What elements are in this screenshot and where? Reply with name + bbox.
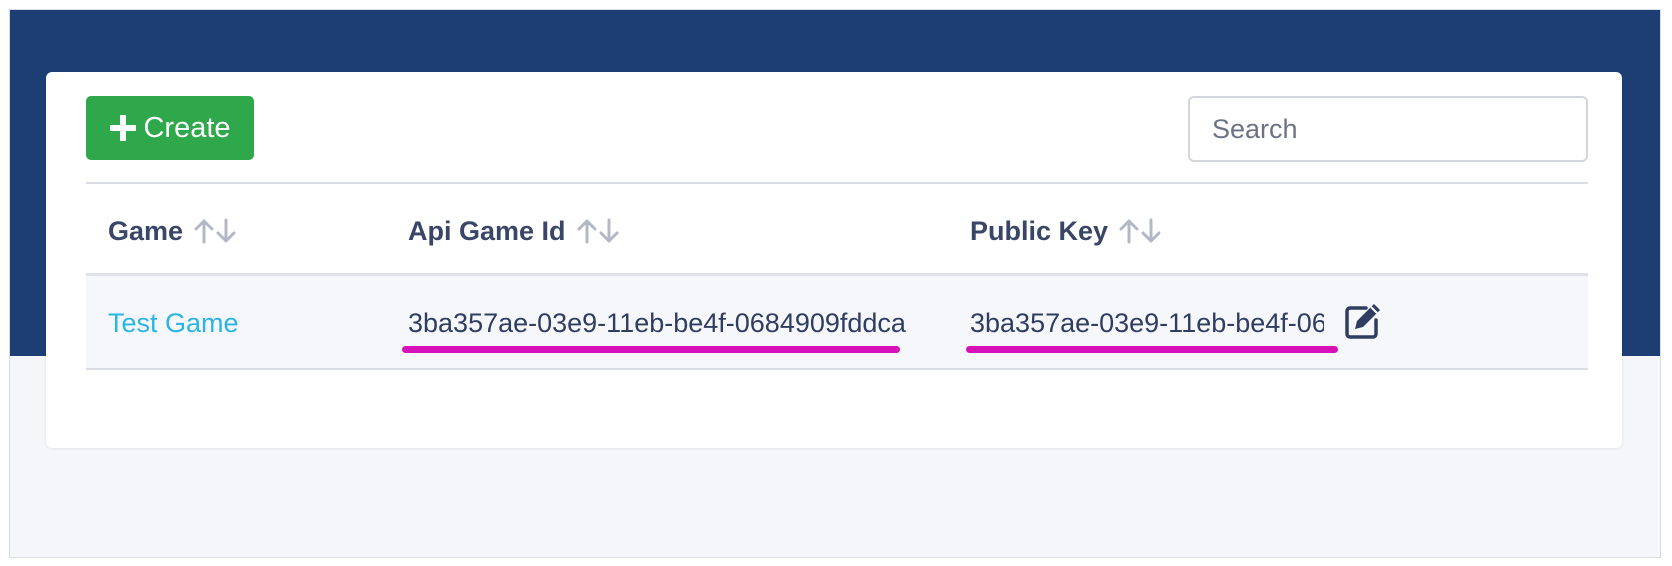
sort-arrows-icon: [576, 217, 620, 245]
search-input[interactable]: [1188, 96, 1588, 162]
column-header-public-key[interactable]: Public Key: [970, 184, 1162, 278]
api-game-id-value: 3ba357ae-03e9-11eb-be4f-0684909fddca: [408, 307, 906, 338]
sort-arrows-icon: [1118, 217, 1162, 245]
column-header-game[interactable]: Game: [108, 184, 237, 278]
game-link[interactable]: Test Game: [108, 308, 239, 339]
app-frame: Create Game Api G: [9, 9, 1661, 558]
table-header: Game Api Game Id Public Key: [86, 182, 1588, 276]
table-row: Test Game 3ba357ae-03e9-11eb-be4f-068490…: [86, 276, 1588, 370]
public-key-value: 3ba357ae-03e9-11eb-be4f-0684909fddca: [970, 307, 1324, 338]
games-table: Game Api Game Id Public Key Test Game 3b…: [86, 182, 1588, 370]
annotation-underline: [966, 346, 1338, 353]
column-header-label: Game: [108, 215, 184, 246]
column-header-api-game-id[interactable]: Api Game Id: [408, 184, 620, 278]
game-cell: Test Game: [108, 276, 239, 370]
create-button-label: Create: [143, 111, 231, 144]
api-game-id-cell: 3ba357ae-03e9-11eb-be4f-0684909fddca: [408, 276, 908, 370]
column-header-label: Public Key: [970, 215, 1109, 246]
sort-arrows-icon: [193, 217, 237, 245]
public-key-cell: 3ba357ae-03e9-11eb-be4f-0684909fddca: [970, 276, 1324, 370]
column-header-label: Api Game Id: [408, 215, 566, 246]
annotation-underline: [402, 346, 900, 353]
create-button[interactable]: Create: [86, 96, 254, 160]
games-card: Create Game Api G: [46, 72, 1622, 448]
edit-icon[interactable]: [1344, 302, 1382, 340]
plus-icon: [109, 114, 137, 142]
